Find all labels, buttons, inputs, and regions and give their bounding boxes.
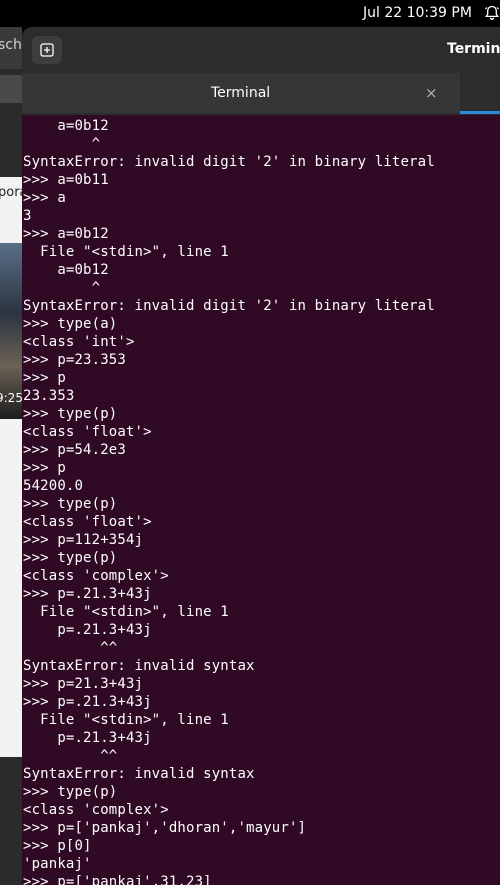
terminal-line: 54200.0 xyxy=(23,478,84,494)
terminal-output[interactable]: a=0b12 ^ SyntaxError: invalid digit '2' i… xyxy=(23,117,500,885)
terminal-line: <class 'complex'> xyxy=(23,802,169,818)
terminal-line: p=.21.3+43j xyxy=(23,730,152,746)
terminal-line: ^^ xyxy=(23,640,118,656)
terminal-line: >>> p xyxy=(23,460,66,476)
terminal-line: >>> type(p) xyxy=(23,550,118,566)
terminal-line: ^ xyxy=(23,136,101,152)
tab-bar: Terminal × xyxy=(22,73,500,115)
tab-terminal[interactable]: Terminal × xyxy=(22,73,460,113)
terminal-line: a=0b12 xyxy=(23,118,109,134)
terminal-line: SyntaxError: invalid digit '2' in binary… xyxy=(23,154,435,170)
terminal-line: ^ xyxy=(23,280,101,296)
terminal-line: 'pankaj' xyxy=(23,856,92,872)
terminal-line: >>> a=0b11 xyxy=(23,172,109,188)
terminal-line: >>> type(p) xyxy=(23,406,118,422)
terminal-headerbar: Termina xyxy=(22,27,500,73)
terminal-line: a=0b12 xyxy=(23,262,109,278)
background-window-header: scho xyxy=(0,27,22,69)
top-bar: Jul 22 10:39 PM xyxy=(0,0,500,27)
terminal-line: <class 'float'> xyxy=(23,424,152,440)
tab-indicator xyxy=(460,111,500,114)
terminal-line: >>> p=['pankaj',31,23] xyxy=(23,874,212,885)
terminal-line: <class 'float'> xyxy=(23,514,152,530)
tab-label: Terminal xyxy=(211,85,271,101)
terminal-line: >>> p=['pankaj','dhoran','mayur'] xyxy=(23,820,307,836)
terminal-line: File "<stdin>", line 1 xyxy=(23,712,229,728)
window-title: Termina xyxy=(447,41,500,57)
close-icon[interactable]: × xyxy=(425,84,438,102)
terminal-line: >>> type(p) xyxy=(23,496,118,512)
terminal-line: >>> p=112+354j xyxy=(23,532,144,548)
terminal-line: SyntaxError: invalid syntax xyxy=(23,658,255,674)
terminal-line: >>> p=21.3+43j xyxy=(23,676,144,692)
terminal-window[interactable]: Termina Terminal × a=0b12 ^ SyntaxError: … xyxy=(22,27,500,885)
terminal-line: >>> type(a) xyxy=(23,316,118,332)
background-window[interactable]: scho pora 9:25 xyxy=(0,27,22,885)
terminal-line: >>> type(p) xyxy=(23,784,118,800)
terminal-line: >>> p=23.353 xyxy=(23,352,126,368)
background-window-label: pora xyxy=(0,185,22,200)
new-tab-button[interactable] xyxy=(32,36,62,64)
clock[interactable]: Jul 22 10:39 PM xyxy=(363,5,472,21)
terminal-line: p=.21.3+43j xyxy=(23,622,152,638)
terminal-line: 23.353 xyxy=(23,388,75,404)
terminal-line: >>> p=.21.3+43j xyxy=(23,694,152,710)
background-window-text: scho xyxy=(0,37,22,53)
terminal-line: <class 'int'> xyxy=(23,334,135,350)
terminal-line: >>> p xyxy=(23,370,66,386)
terminal-line: ^^ xyxy=(23,748,118,764)
bell-icon[interactable] xyxy=(484,5,500,21)
terminal-line: >>> a=0b12 xyxy=(23,226,109,242)
new-tab-icon xyxy=(40,43,54,57)
terminal-line: SyntaxError: invalid syntax xyxy=(23,766,255,782)
terminal-line: >>> p[0] xyxy=(23,838,92,854)
desktop-screen: Jul 22 10:39 PM scho pora 9:25 xyxy=(0,0,500,885)
terminal-line: File "<stdin>", line 1 xyxy=(23,244,229,260)
background-window-band xyxy=(0,75,22,103)
terminal-line: <class 'complex'> xyxy=(23,568,169,584)
terminal-line: File "<stdin>", line 1 xyxy=(23,604,229,620)
background-window-time: 9:25 xyxy=(0,391,22,405)
terminal-line: >>> p=.21.3+43j xyxy=(23,586,152,602)
terminal-line: SyntaxError: invalid digit '2' in binary… xyxy=(23,298,435,314)
terminal-line: >>> a xyxy=(23,190,66,206)
terminal-line: 3 xyxy=(23,208,32,224)
terminal-line: >>> p=54.2e3 xyxy=(23,442,126,458)
